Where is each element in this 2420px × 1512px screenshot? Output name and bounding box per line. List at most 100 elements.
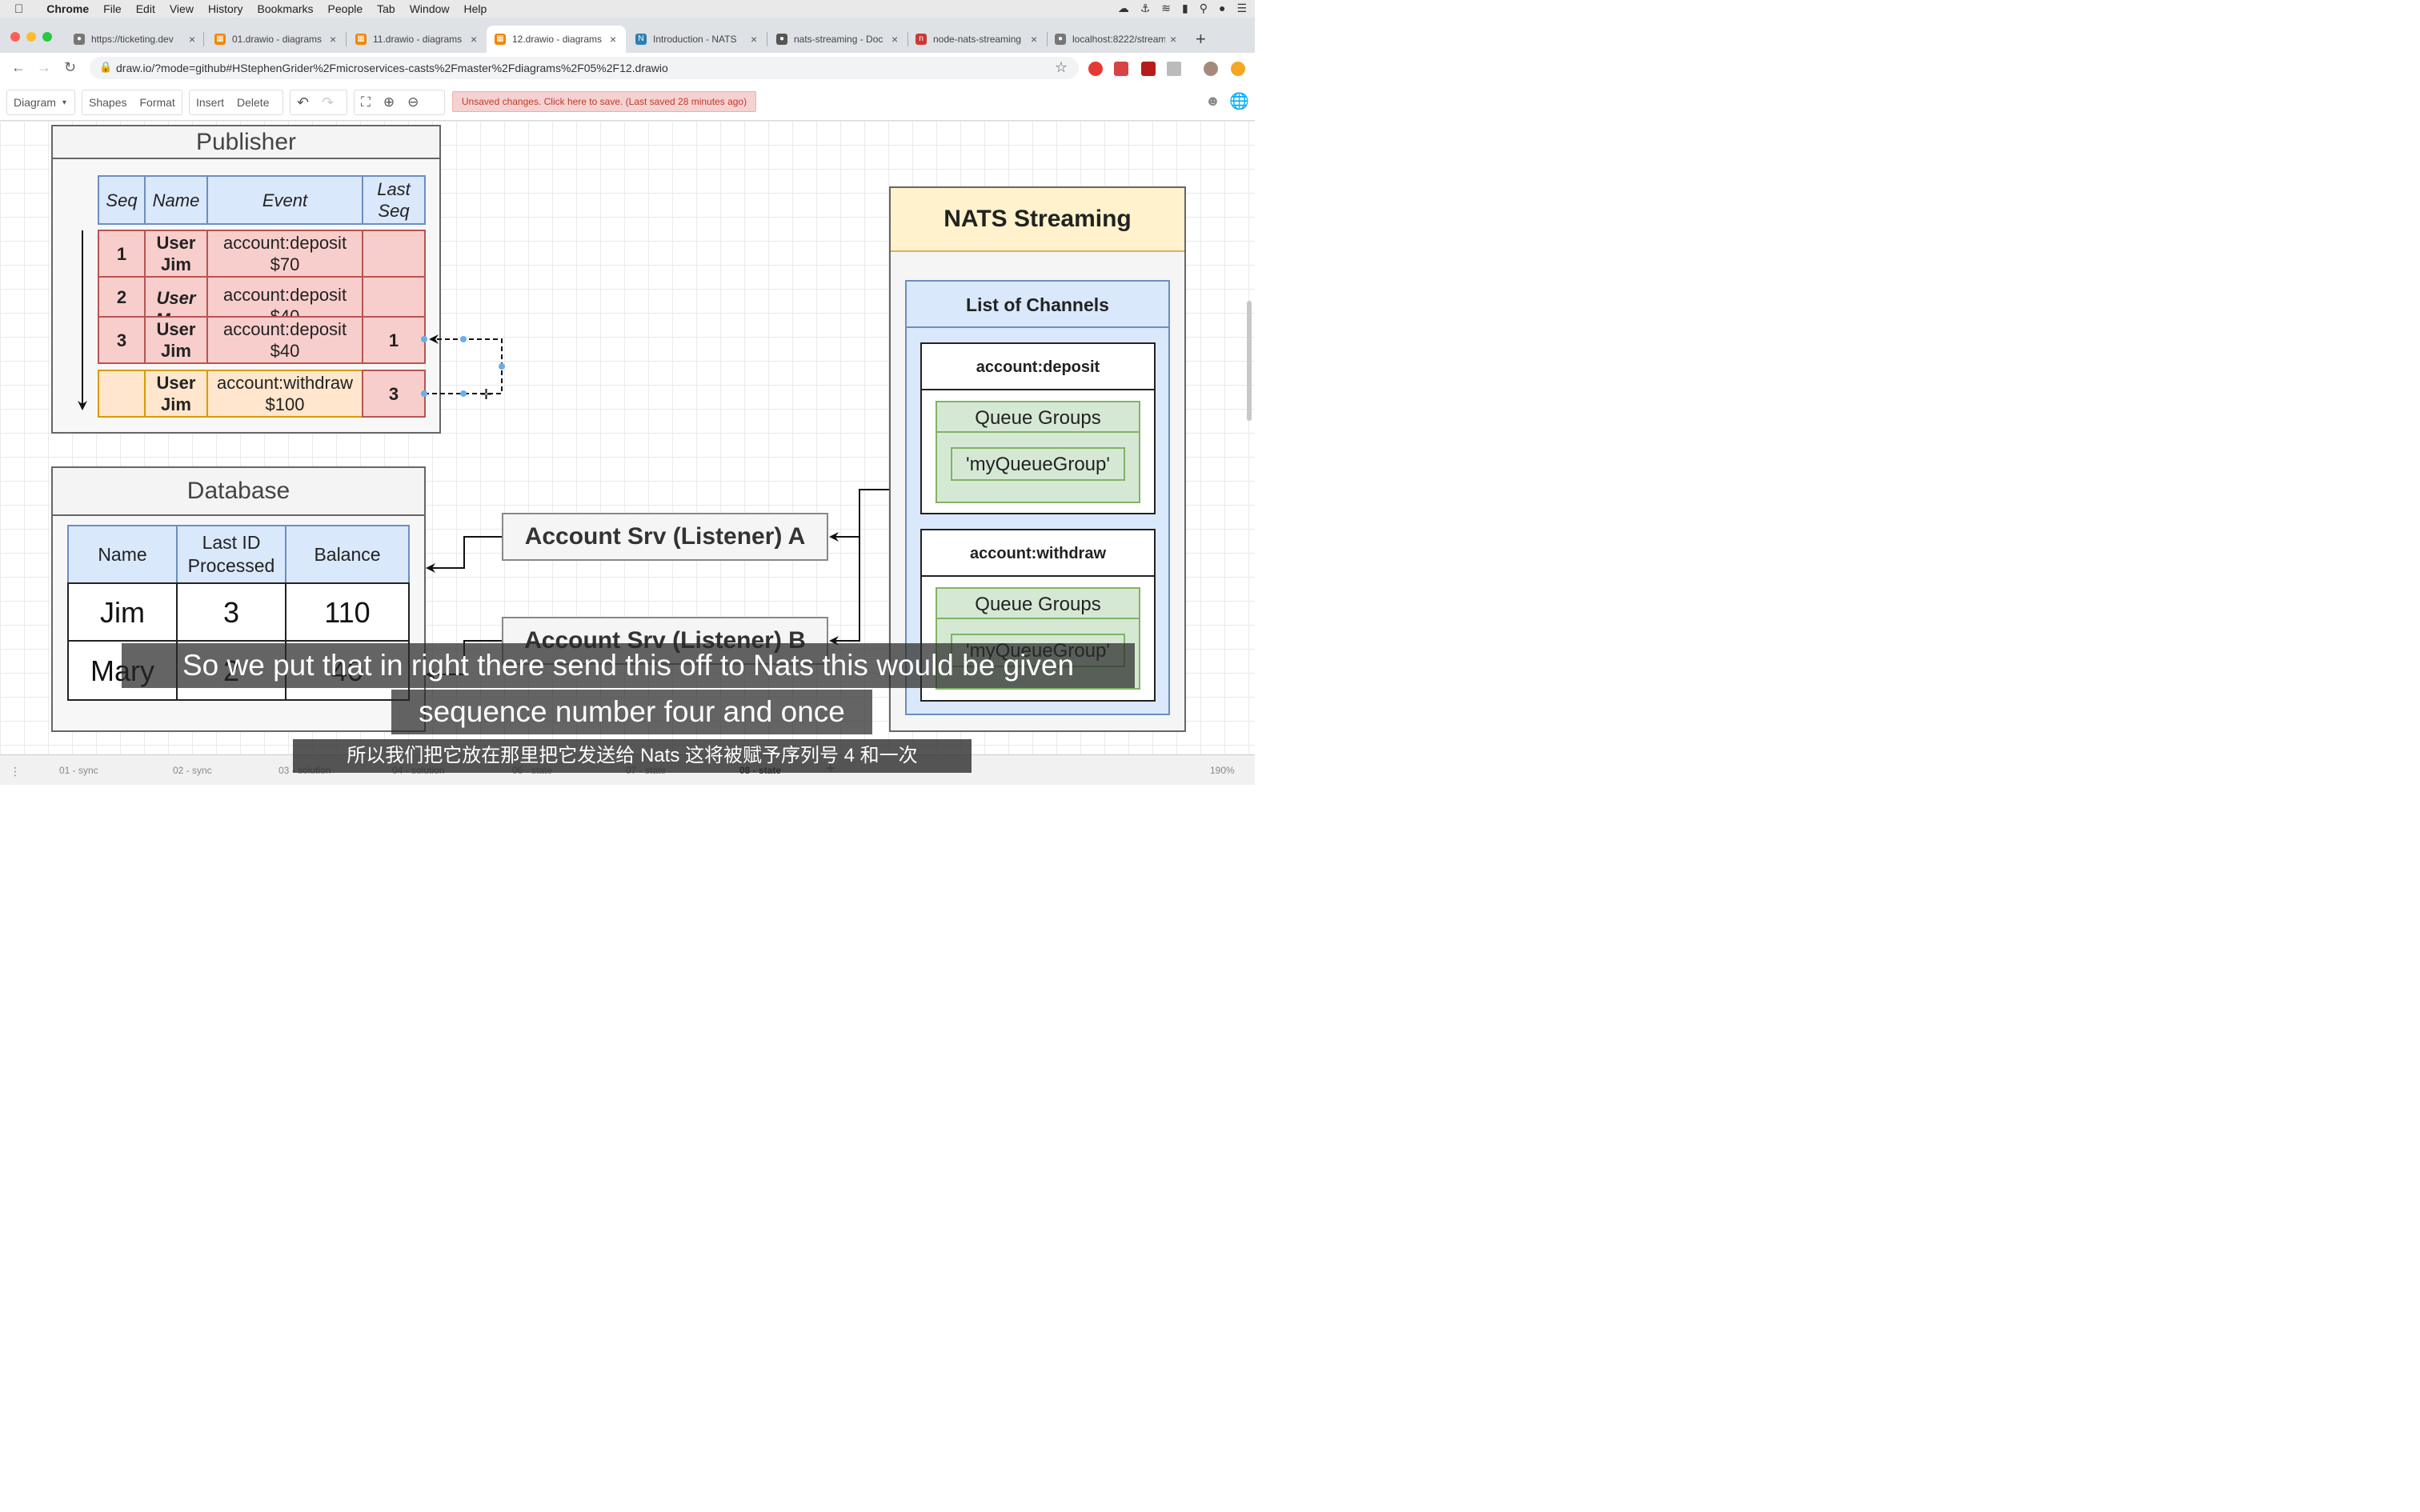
close-icon[interactable]: × xyxy=(1170,33,1176,46)
unsaved-changes-banner[interactable]: Unsaved changes. Click here to save. (La… xyxy=(452,91,756,112)
extension-shield-icon[interactable] xyxy=(1141,62,1156,76)
listener-a-to-db-connector[interactable] xyxy=(426,536,502,573)
listener-b-to-db-connector[interactable] xyxy=(426,640,502,679)
close-icon[interactable]: × xyxy=(1031,33,1037,46)
window-close-button[interactable] xyxy=(10,32,20,42)
zoom-in-icon[interactable]: ⊕ xyxy=(377,94,401,110)
diagram-connectors: ✛ xyxy=(78,230,889,679)
page-tab-02-sync[interactable]: 02 - sync xyxy=(173,765,212,776)
view-controls-group: ⛶ ⊕ ⊖ xyxy=(354,90,445,115)
diagram-menu-label[interactable]: Diagram xyxy=(7,96,62,109)
apple-icon[interactable]:  xyxy=(0,2,30,16)
npm-icon: n xyxy=(916,34,927,45)
menu-file[interactable]: File xyxy=(96,2,129,15)
globe-icon: ● xyxy=(1055,34,1066,45)
shapes-format-group: Shapes Format xyxy=(82,90,182,115)
language-globe-icon[interactable]: 🌐 xyxy=(1229,91,1249,111)
menu-people[interactable]: People xyxy=(321,2,371,15)
macos-menubar:  Chrome File Edit View History Bookmark… xyxy=(0,0,1255,18)
chevron-down-icon: ▾ xyxy=(62,98,66,107)
fullscreen-icon[interactable]: ⛶ xyxy=(355,94,377,110)
tab-node-nats-streaming[interactable]: n node-nats-streaming × xyxy=(908,29,1045,50)
nats-icon: N xyxy=(635,34,647,45)
extension-list-icon[interactable] xyxy=(1167,62,1181,76)
delete-button[interactable]: Delete xyxy=(230,96,275,109)
window-zoom-button[interactable] xyxy=(42,32,52,42)
pages-menu-icon[interactable]: ⋮ xyxy=(10,765,21,778)
diagram-canvas[interactable]: Publisher Seq Name Event Last Seq 1 User… xyxy=(0,121,1255,754)
battery-icon[interactable]: ▮ xyxy=(1182,2,1188,15)
address-bar[interactable]: 🔒 draw.io/?mode=github#HStephenGrider%2F… xyxy=(90,57,1079,79)
insert-delete-group: Insert Delete xyxy=(189,90,283,115)
tab-nats-streaming-docker[interactable]: ● nats-streaming - Doc × xyxy=(768,29,906,50)
tab-divider xyxy=(203,32,204,46)
vertical-scrollbar[interactable] xyxy=(1247,301,1252,421)
nats-to-listener-b-connector[interactable] xyxy=(829,490,860,646)
drawio-icon: ▦ xyxy=(355,34,367,45)
page-tab-01-sync[interactable]: 01 - sync xyxy=(59,765,98,776)
address-url[interactable]: draw.io/?mode=github#HStephenGrider%2Fmi… xyxy=(116,62,668,74)
docker-icon[interactable]: ⚓ xyxy=(1140,2,1151,15)
last-seq-connector[interactable]: ✛ xyxy=(421,334,505,402)
page-tab-07-state[interactable]: 07 - state xyxy=(626,765,666,776)
undo-icon[interactable]: ↶ xyxy=(290,94,315,111)
cloud-icon[interactable]: ☁ xyxy=(1118,2,1129,15)
diagram-menu[interactable]: Diagram ▾ xyxy=(6,90,75,115)
zoom-out-icon[interactable]: ⊖ xyxy=(401,94,425,110)
menu-help[interactable]: Help xyxy=(457,2,495,15)
tab-introduction-nats[interactable]: N Introduction - NATS × xyxy=(627,29,765,50)
close-icon[interactable]: × xyxy=(891,33,898,46)
forward-icon[interactable]: → xyxy=(37,59,51,76)
close-icon[interactable]: × xyxy=(330,33,336,46)
browser-navbar: ← → ↻ 🔒 draw.io/?mode=github#HStephenGri… xyxy=(0,53,1255,84)
profile-avatar[interactable] xyxy=(1204,62,1218,76)
format-button[interactable]: Format xyxy=(133,96,181,109)
extension-opera-icon[interactable] xyxy=(1088,62,1103,76)
lock-icon[interactable]: 🔒 xyxy=(99,61,112,74)
extension-toolbar-icon[interactable] xyxy=(1114,62,1128,76)
reload-icon[interactable]: ↻ xyxy=(64,59,76,76)
close-icon[interactable]: × xyxy=(610,33,616,46)
close-icon[interactable]: × xyxy=(751,33,757,46)
back-icon[interactable]: ← xyxy=(11,59,26,76)
menu-edit[interactable]: Edit xyxy=(129,2,162,15)
tab-12-drawio[interactable]: ▦ 12.drawio - diagrams × xyxy=(487,26,626,53)
extension-coin-icon[interactable] xyxy=(1231,62,1245,76)
menu-app-name[interactable]: Chrome xyxy=(30,2,96,15)
page-tab-08-state[interactable]: 08 - state xyxy=(739,765,781,776)
drawio-icon: ▦ xyxy=(214,34,226,45)
new-tab-button[interactable]: + xyxy=(1196,29,1206,50)
menu-bookmarks[interactable]: Bookmarks xyxy=(250,2,321,15)
tab-ticketing[interactable]: ● https://ticketing.dev × xyxy=(66,29,202,50)
tab-01-drawio[interactable]: ▦ 01.drawio - diagrams × xyxy=(206,29,344,50)
window-minimize-button[interactable] xyxy=(26,32,36,42)
menu-history[interactable]: History xyxy=(201,2,250,15)
svg-text:✛: ✛ xyxy=(480,386,492,402)
tab-11-drawio[interactable]: ▦ 11.drawio - diagrams × xyxy=(347,29,485,50)
siri-icon[interactable]: ● xyxy=(1219,2,1225,15)
notification-list-icon[interactable]: ☰ xyxy=(1236,2,1247,15)
zoom-level[interactable]: 190% xyxy=(1210,765,1235,776)
spotlight-search-icon[interactable]: ⚲ xyxy=(1200,2,1208,15)
redo-icon[interactable]: ↷ xyxy=(315,94,340,111)
page-tab-06-state[interactable]: 06 - state xyxy=(512,765,552,776)
tab-localhost-8222[interactable]: ● localhost:8222/streaming× xyxy=(1047,29,1184,50)
page-tab-03-solution[interactable]: 03 - solution xyxy=(278,765,331,776)
menu-tab[interactable]: Tab xyxy=(370,2,403,15)
tab-divider xyxy=(346,32,347,46)
insert-button[interactable]: Insert xyxy=(190,96,230,109)
user-icon[interactable]: ☻ xyxy=(1205,93,1220,110)
page-tab-04-solution[interactable]: 04 - solution xyxy=(392,765,444,776)
close-icon[interactable]: × xyxy=(471,33,477,46)
menu-window[interactable]: Window xyxy=(403,2,457,15)
close-icon[interactable]: × xyxy=(189,33,195,46)
drawio-icon: ▦ xyxy=(495,34,506,45)
add-page-icon[interactable]: + xyxy=(826,760,835,778)
drawio-toolbar: Diagram ▾ Shapes Format Insert Delete ↶ ↷… xyxy=(0,83,1255,121)
shapes-button[interactable]: Shapes xyxy=(82,96,133,109)
undo-redo-group: ↶ ↷ xyxy=(290,90,347,115)
wifi-icon[interactable]: ≋ xyxy=(1161,2,1171,15)
menu-view[interactable]: View xyxy=(162,2,201,15)
bookmark-star-icon[interactable]: ☆ xyxy=(1055,59,1068,76)
status-icons: ☁ ⚓ ≋ ▮ ⚲ ● ☰ xyxy=(1118,2,1247,15)
